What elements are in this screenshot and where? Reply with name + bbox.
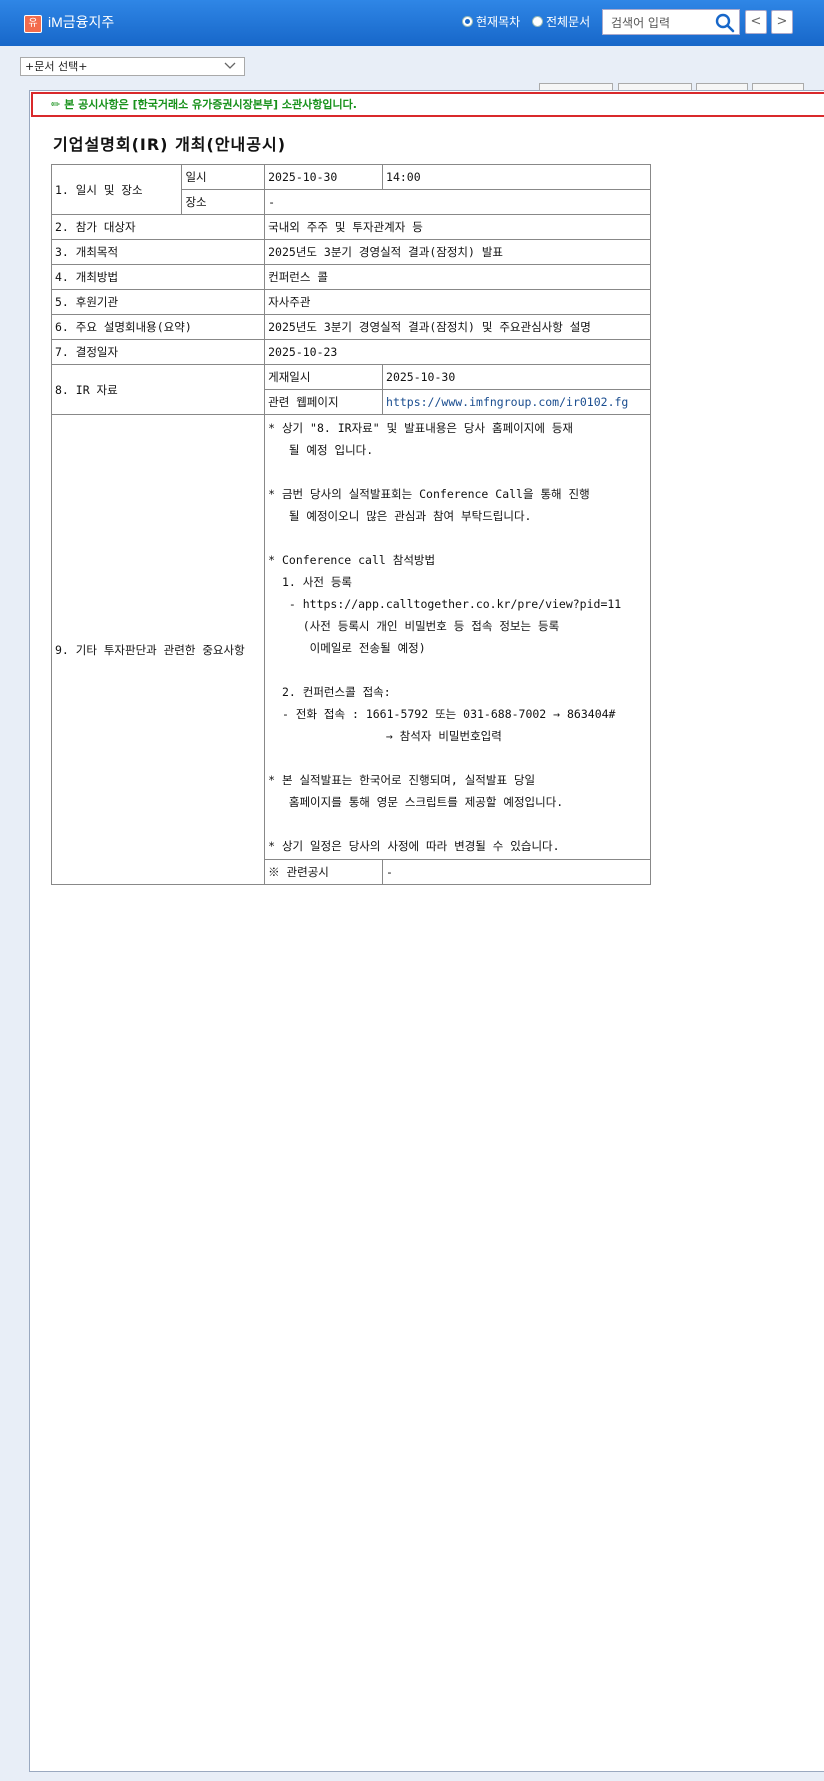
company-logo-icon: 유 xyxy=(24,15,42,33)
search-icon[interactable] xyxy=(715,13,735,33)
related-disclosure-label: ※ 관련공시 xyxy=(264,859,384,885)
sub-label-datetime: 일시 xyxy=(181,164,266,190)
table-row: 3. 개최목적 2025년도 3분기 경영실적 결과(잠정치) 발표 xyxy=(50,239,651,265)
radio-current-label[interactable]: 현재목차 xyxy=(476,13,520,30)
next-button[interactable]: > xyxy=(771,10,793,34)
pencil-icon: ✏ xyxy=(51,98,61,111)
company-name[interactable]: iM금융지주 xyxy=(48,12,114,32)
sponsor-value: 자사주관 xyxy=(264,289,651,315)
row-label-decision-date: 7. 결정일자 xyxy=(50,339,266,365)
event-place: - xyxy=(264,189,651,215)
other-matters-text: * 상기 "8. IR자료" 및 발표내용은 당사 홈페이지에 등재 될 예정 … xyxy=(264,414,651,860)
disclosure-table: 1. 일시 및 장소 일시 2025-10-30 14:00 장소 - 2. 참… xyxy=(50,164,651,885)
purpose-value: 2025년도 3분기 경영실적 결과(잠정치) 발표 xyxy=(264,239,651,265)
sub-label-webpage: 관련 웹페이지 xyxy=(264,389,384,415)
row-label-ir-material: 8. IR 자료 xyxy=(50,364,266,415)
radio-current-section[interactable]: 현재목차 xyxy=(462,13,520,30)
top-header-bar: 유 iM금융지주 현재목차 전체문서 < > xyxy=(0,0,824,46)
sub-label-place: 장소 xyxy=(181,189,266,215)
radio-all-label[interactable]: 전체문서 xyxy=(546,13,590,30)
row-label-summary: 6. 주요 설명회내용(요약) xyxy=(50,314,266,340)
row-label-method: 4. 개최방법 xyxy=(50,264,266,290)
row-label-schedule: 1. 일시 및 장소 xyxy=(50,164,183,215)
table-row: 1. 일시 및 장소 일시 2025-10-30 14:00 xyxy=(50,164,651,215)
row-label-purpose: 3. 개최목적 xyxy=(50,239,266,265)
table-row: 6. 주요 설명회내용(요약) 2025년도 3분기 경영실적 결과(잠정치) … xyxy=(50,314,651,340)
search-input[interactable] xyxy=(609,13,717,33)
prev-button[interactable]: < xyxy=(745,10,767,34)
table-row: 5. 후원기관 자사주관 xyxy=(50,289,651,315)
participants-value: 국내외 주주 및 투자관계자 등 xyxy=(264,214,651,240)
notice-text: 본 공시사항은 [한국거래소 유가증권시장본부] 소관사항입니다. xyxy=(64,98,357,111)
summary-value: 2025년도 3분기 경영실적 결과(잠정치) 및 주요관심사항 설명 xyxy=(264,314,651,340)
chevron-down-icon xyxy=(224,62,236,69)
decision-date-value: 2025-10-23 xyxy=(264,339,651,365)
table-row: 8. IR 자료 게재일시 2025-10-30 xyxy=(50,364,651,415)
search-box xyxy=(602,9,740,35)
notice-banner: ✏ 본 공시사항은 [한국거래소 유가증권시장본부] 소관사항입니다. xyxy=(31,92,824,117)
event-time: 14:00 xyxy=(382,164,651,190)
row-label-other-matters: 9. 기타 투자판단과 관련한 중요사항 xyxy=(50,414,266,885)
table-row: 2. 참가 대상자 국내외 주주 및 투자관계자 등 xyxy=(50,214,651,240)
method-value: 컨퍼런스 콜 xyxy=(264,264,651,290)
other-matters-body: * 상기 "8. IR자료" 및 발표내용은 당사 홈페이지에 등재 될 예정 … xyxy=(268,421,622,853)
related-disclosure-value: - xyxy=(382,859,651,885)
radio-current-icon[interactable] xyxy=(462,16,473,27)
document-title: 기업설명회(IR) 개최(안내공시) xyxy=(53,135,287,154)
table-row: 4. 개최방법 컨퍼런스 콜 xyxy=(50,264,651,290)
sub-label-post-date: 게재일시 xyxy=(264,364,384,390)
event-date: 2025-10-30 xyxy=(264,164,384,190)
document-select-value: +문서 선택+ xyxy=(25,60,88,73)
table-row: 7. 결정일자 2025-10-23 xyxy=(50,339,651,365)
row-label-sponsor: 5. 후원기관 xyxy=(50,289,266,315)
post-date-value: 2025-10-30 xyxy=(382,364,651,390)
row-label-participants: 2. 참가 대상자 xyxy=(50,214,266,240)
webpage-link[interactable]: https://www.imfngroup.com/ir0102.fg xyxy=(382,389,651,415)
document-select-dropdown[interactable]: +문서 선택+ xyxy=(20,57,245,76)
radio-all-icon[interactable] xyxy=(532,16,543,27)
radio-all-documents[interactable]: 전체문서 xyxy=(532,13,590,30)
table-row: 9. 기타 투자판단과 관련한 중요사항 * 상기 "8. IR자료" 및 발표… xyxy=(50,414,651,885)
